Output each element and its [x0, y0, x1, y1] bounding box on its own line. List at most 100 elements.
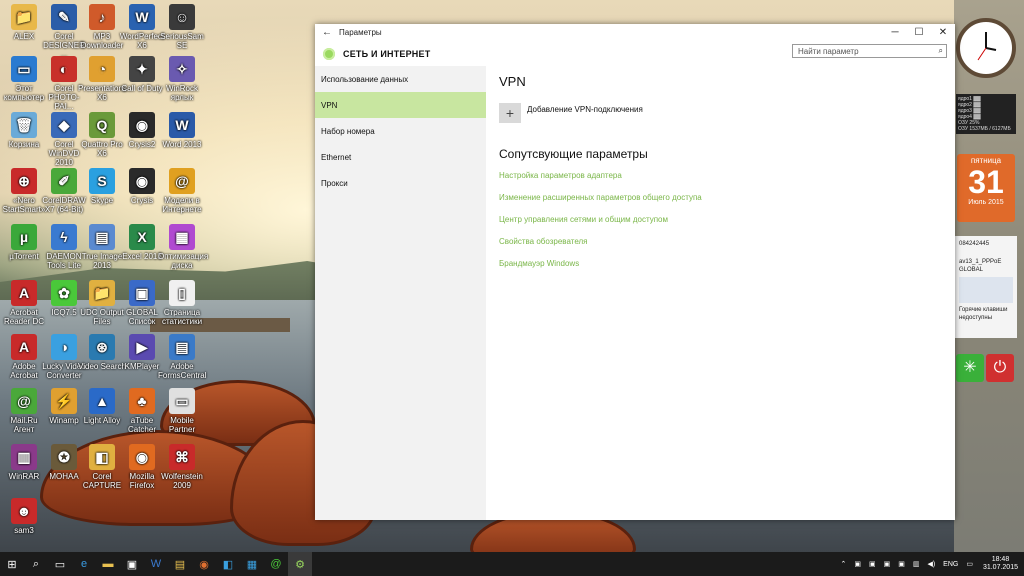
taskbar-date: 31.07.2015 — [982, 564, 1018, 571]
app-icon: ☺ — [169, 4, 195, 30]
settings-window: ← Параметры ─ ☐ ✕ СЕТЬ И ИНТЕРНЕТ Найти … — [315, 24, 955, 520]
app-icon: 📁 — [11, 4, 37, 30]
app-icon: ◆ — [51, 112, 77, 138]
explorer-icon[interactable]: ▬ — [96, 552, 120, 576]
desktop-icon[interactable]: W Word 2013 — [158, 112, 206, 149]
add-vpn-button[interactable]: + Добавление VPN-подключения — [499, 103, 945, 123]
connect-button[interactable]: ✳ — [956, 354, 984, 382]
app-icon: A — [11, 334, 37, 360]
desktop-icon[interactable]: ✧ WinRock ярлык — [158, 56, 206, 102]
close-icon[interactable]: ✕ — [931, 27, 955, 38]
word-icon[interactable]: W — [144, 552, 168, 576]
vpn-content: VPN + Добавление VPN-подключения Сопутсв… — [499, 74, 945, 281]
tray-app-icon[interactable]: ▣ — [898, 560, 905, 568]
link-network-center[interactable]: Центр управления сетями и общим доступом — [499, 215, 945, 224]
tray-app-icon[interactable]: ▣ — [884, 560, 891, 568]
store-icon[interactable]: ▣ — [120, 552, 144, 576]
app-icon: W — [169, 112, 195, 138]
app-icon: ◔ — [89, 56, 115, 82]
desktop-icon-label: Word 2013 — [162, 140, 202, 149]
settings-taskbar-icon[interactable]: ⚙ — [288, 552, 312, 576]
section-title: СЕТЬ И ИНТЕРНЕТ — [343, 49, 431, 59]
desktop-icon[interactable]: ☺ SeriousSam SE — [158, 4, 206, 50]
desktop-icon[interactable]: @ Модели в Интернете — [158, 168, 206, 214]
system-tray: ⌃ ▣ ▣ ▣ ▣ ▥ ◀) ENG ▭ 18:48 31.07.2015 — [836, 556, 1024, 572]
app-icon: ▤ — [89, 224, 115, 250]
task-view-icon[interactable]: ▭ — [48, 552, 72, 576]
desktop-icon[interactable]: ▯ Страница статистики — [158, 280, 206, 326]
sidebar-item-ethernet[interactable]: Ethernet — [315, 144, 486, 170]
add-vpn-label: Добавление VPN-подключения — [527, 104, 643, 114]
chevron-up-icon[interactable]: ⌃ — [840, 560, 846, 568]
link-internet-options[interactable]: Свойства обозревателя — [499, 237, 945, 246]
gear-icon — [323, 48, 335, 60]
app-icon: ▥ — [11, 444, 37, 470]
link-adapter-options[interactable]: Настройка параметров адаптера — [499, 171, 945, 180]
app-icon[interactable]: ◧ — [216, 552, 240, 576]
icq-icon[interactable]: @ — [264, 552, 288, 576]
app-icon: 📁 — [89, 280, 115, 306]
desktop-icon-label: WinRock ярлык — [165, 84, 198, 102]
language-indicator[interactable]: ENG — [943, 561, 958, 568]
edge-icon[interactable]: e — [72, 552, 96, 576]
sidebar-item-vpn[interactable]: VPN — [315, 92, 486, 118]
app-icon: Q — [89, 112, 115, 138]
taskbar-clock[interactable]: 18:48 31.07.2015 — [983, 556, 1018, 572]
app-icon: @ — [169, 168, 195, 194]
firefox-icon[interactable]: ◉ — [192, 552, 216, 576]
sidebar-item-dial-up[interactable]: Набор номера — [315, 118, 486, 144]
app-icon: W — [129, 4, 155, 30]
window-title: Параметры — [339, 27, 382, 37]
note-line: GLOBAL — [959, 267, 984, 273]
app-icon: ▲ — [89, 388, 115, 414]
app-icon: S — [89, 168, 115, 194]
desktop-icon-label: sam3 — [14, 526, 34, 535]
taskbar: ⊞ ⌕ ▭ e ▬ ▣ W ▤ ◉ ◧ ▦ @ ⚙ ⌃ ▣ ▣ ▣ ▣ ▥ ◀)… — [0, 552, 1024, 576]
desktop-icon[interactable]: ▤ Adobe FormsCentral — [158, 334, 206, 380]
tray-app-icon[interactable]: ▣ — [854, 560, 861, 568]
clock-face-icon — [977, 32, 997, 61]
desktop-icon[interactable]: ▦ Оптимизация диска — [158, 224, 209, 270]
desktop-icon-label: Mobile Partner — [168, 416, 196, 434]
app-icon: ⊕ — [11, 168, 37, 194]
minimize-icon[interactable]: ─ — [883, 27, 907, 38]
app-icon: ϟ — [51, 224, 77, 250]
connection-gadget[interactable]: 084242445 av13_1_PPPoE GLOBAL Горячие кл… — [955, 236, 1017, 338]
explorer2-icon[interactable]: ▤ — [168, 552, 192, 576]
desktop-icon[interactable]: ⌘ Wolfenstein 2009 — [158, 444, 206, 490]
cpu-meter-gadget[interactable]: ядро1 ▓▓ ядро2 ▓▓ ядро3 ▓▓ ядро4 ▓▓ ОЗУ … — [956, 94, 1016, 134]
search-input[interactable]: Найти параметр ⌕ — [792, 44, 947, 58]
sidebar-item-proxy[interactable]: Прокси — [315, 170, 486, 196]
app-icon: ✪ — [51, 444, 77, 470]
note-line: av13_1_PPPoE — [959, 259, 1002, 265]
app-icon: ♣ — [129, 388, 155, 414]
app-icon: ▤ — [169, 334, 195, 360]
desktop-icon-label: Wolfenstein 2009 — [161, 472, 203, 490]
cpu-line: ОЗУ 1537МБ / 6127МБ — [958, 126, 1011, 132]
network-icon[interactable]: ▥ — [913, 560, 920, 568]
app-icon: ▯ — [169, 280, 195, 306]
search-icon[interactable]: ⌕ — [24, 552, 48, 576]
start-icon[interactable]: ⊞ — [0, 552, 24, 576]
link-firewall[interactable]: Брандмауэр Windows — [499, 259, 945, 268]
sidebar-item-data-usage[interactable]: Использование данных — [315, 66, 486, 92]
clock-gadget[interactable] — [956, 18, 1016, 78]
app-icon: ✿ — [51, 280, 77, 306]
app-icon: @ — [11, 388, 37, 414]
maximize-icon[interactable]: ☐ — [907, 27, 931, 38]
calendar-gadget[interactable]: пятница 31 Июль 2015 — [957, 154, 1015, 222]
search-placeholder: Найти параметр — [798, 46, 859, 56]
disconnect-button[interactable]: ⏻ — [986, 354, 1014, 382]
volume-icon[interactable]: ◀) — [927, 560, 935, 568]
back-arrow-icon[interactable]: ← — [315, 27, 339, 38]
note-line: 084242445 — [959, 241, 990, 247]
tray-app-icon[interactable]: ▣ — [869, 560, 876, 568]
notification-icon[interactable]: ▭ — [966, 560, 973, 568]
app-icon: ◐ — [51, 56, 77, 82]
desktop-icon[interactable]: ☻ sam3 — [0, 498, 48, 535]
app2-icon[interactable]: ▦ — [240, 552, 264, 576]
link-advanced-sharing[interactable]: Изменение расширенных параметров общего … — [499, 193, 945, 202]
desktop-icon[interactable]: ▭ Mobile Partner — [158, 388, 206, 434]
desktop-icon-label: Оптимизация диска — [158, 252, 209, 270]
app-icon: ◑ — [51, 334, 77, 360]
